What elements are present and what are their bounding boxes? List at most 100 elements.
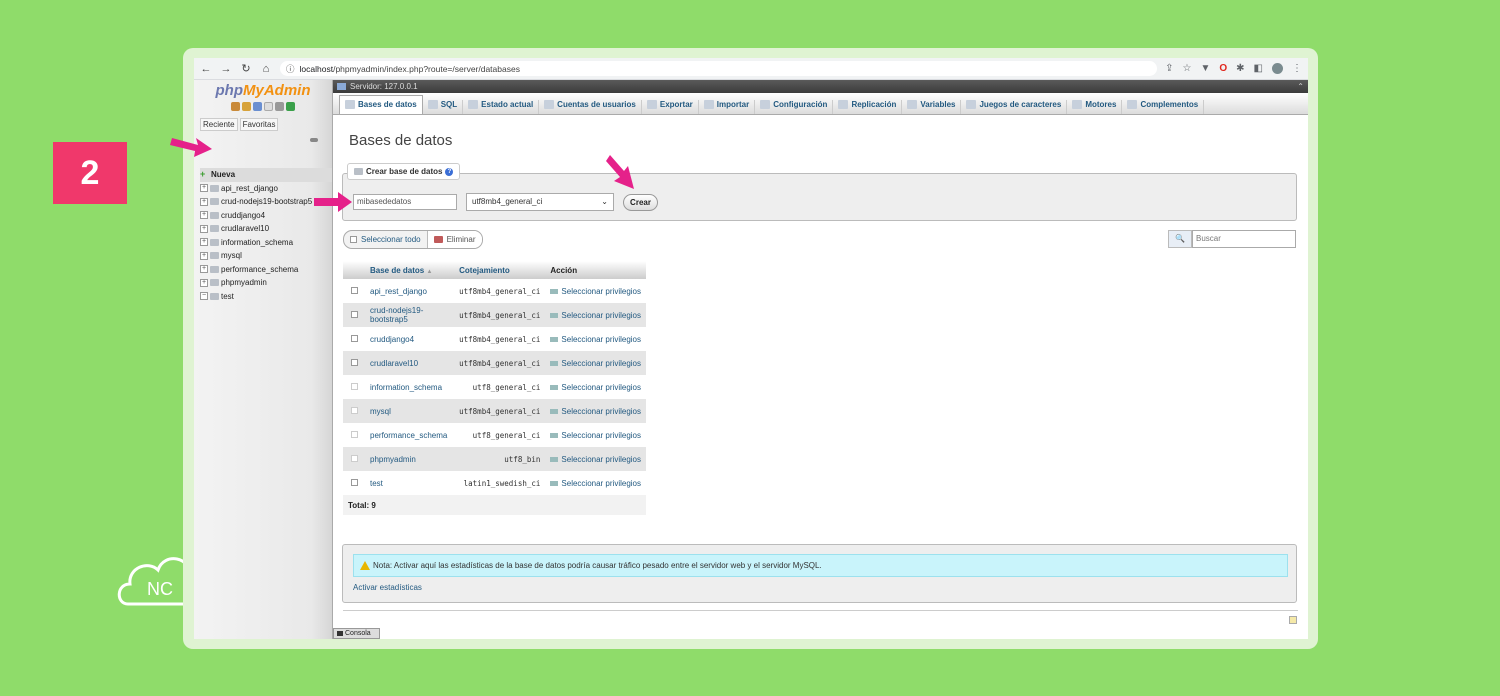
- select-all-button[interactable]: Seleccionar todo: [344, 231, 427, 248]
- expand-icon[interactable]: −: [200, 292, 208, 301]
- tab-replication[interactable]: Replicación: [833, 100, 903, 114]
- check-privileges-link[interactable]: Seleccionar privilegios: [545, 471, 646, 495]
- row-checkbox[interactable]: [350, 358, 358, 366]
- expand-icon[interactable]: +: [200, 184, 208, 193]
- expand-icon[interactable]: +: [200, 278, 208, 287]
- tab-user-accounts[interactable]: Cuentas de usuarios: [539, 100, 642, 114]
- home-icon[interactable]: ⌂: [260, 63, 272, 75]
- collapse-top-icon[interactable]: ⌃: [1297, 82, 1304, 91]
- database-name-link[interactable]: api_rest_django: [365, 279, 455, 303]
- server-label[interactable]: Servidor: 127.0.0.1: [350, 82, 418, 91]
- share-icon[interactable]: ⇪: [1165, 63, 1173, 74]
- tab-import[interactable]: Importar: [699, 100, 756, 114]
- tab-status[interactable]: Estado actual: [463, 100, 540, 114]
- database-name-link[interactable]: mysql: [365, 399, 455, 423]
- page-settings-icon[interactable]: [1289, 616, 1297, 624]
- database-name-link[interactable]: information_schema: [365, 375, 455, 399]
- collapse-all-icon[interactable]: [310, 138, 318, 142]
- row-checkbox[interactable]: [350, 478, 358, 486]
- back-icon[interactable]: ←: [200, 63, 212, 75]
- check-privileges-link[interactable]: Seleccionar privilegios: [545, 351, 646, 375]
- reload-icon[interactable]: ↻: [240, 62, 252, 75]
- query-icon[interactable]: [253, 102, 262, 111]
- tree-item-db[interactable]: + api_rest_django: [200, 182, 332, 196]
- tree-item-label: performance_schema: [221, 264, 299, 274]
- tab-sql[interactable]: SQL: [423, 100, 464, 114]
- bookmark-star-icon[interactable]: ☆: [1183, 63, 1192, 74]
- extensions-icon[interactable]: ✱: [1236, 63, 1244, 74]
- tree-item-db[interactable]: + mysql: [200, 249, 332, 263]
- check-privileges-link[interactable]: Seleccionar privilegios: [545, 399, 646, 423]
- row-checkbox: [350, 454, 358, 462]
- console-toggle[interactable]: Consola: [333, 628, 380, 639]
- row-checkbox[interactable]: [350, 286, 358, 294]
- tab-databases[interactable]: Bases de datos: [339, 95, 423, 114]
- address-bar[interactable]: ⓘ localhost/phpmyadmin/index.php?route=/…: [280, 61, 1158, 76]
- tab-variables[interactable]: Variables: [902, 100, 962, 114]
- tree-item-label: cruddjango4: [221, 210, 266, 220]
- tab-export[interactable]: Exportar: [642, 100, 699, 114]
- check-privileges-link[interactable]: Seleccionar privilegios: [545, 279, 646, 303]
- profile-avatar[interactable]: [1272, 63, 1283, 74]
- phpmyadmin-logo[interactable]: phpMyAdmin: [194, 82, 332, 99]
- forward-icon[interactable]: →: [220, 63, 232, 75]
- vpn-icon[interactable]: ▼: [1200, 63, 1210, 74]
- search-input[interactable]: Buscar: [1192, 230, 1296, 248]
- database-name-input[interactable]: mibasededatos: [353, 194, 457, 210]
- create-button[interactable]: Crear: [623, 194, 658, 211]
- header-database-name[interactable]: Base de datos ▲: [365, 261, 455, 279]
- expand-icon[interactable]: +: [200, 211, 208, 220]
- expand-icon[interactable]: +: [200, 224, 208, 233]
- refresh-icon[interactable]: [286, 102, 295, 111]
- header-collation[interactable]: Cotejamiento: [454, 261, 546, 279]
- row-checkbox[interactable]: [350, 310, 358, 318]
- database-name-link[interactable]: performance_schema: [365, 423, 455, 447]
- tree-item-db[interactable]: + phpmyadmin: [200, 276, 332, 290]
- expand-icon[interactable]: +: [200, 238, 208, 247]
- sidebar-icon[interactable]: ◧: [1254, 63, 1263, 74]
- check-privileges-link[interactable]: Seleccionar privilegios: [545, 423, 646, 447]
- database-name-link[interactable]: test: [365, 471, 455, 495]
- nav-settings-icon[interactable]: [275, 102, 284, 111]
- tab-charsets[interactable]: Juegos de caracteres: [961, 100, 1068, 114]
- activate-statistics-link[interactable]: Activar estadísticas: [353, 583, 422, 592]
- tree-item-db[interactable]: + information_schema: [200, 236, 332, 250]
- check-privileges-link[interactable]: Seleccionar privilegios: [545, 303, 646, 327]
- tab-plugins[interactable]: Complementos: [1122, 100, 1205, 114]
- database-name-link[interactable]: phpmyadmin: [365, 447, 455, 471]
- url-host: localhost: [299, 63, 334, 74]
- tree-item-db[interactable]: + crudlaravel10: [200, 222, 332, 236]
- search-icon[interactable]: 🔍: [1168, 230, 1192, 248]
- home-nav-icon[interactable]: [231, 102, 240, 111]
- database-name-link[interactable]: cruddjango4: [365, 327, 455, 351]
- collation-select[interactable]: utf8mb4_general_ci ⌄: [466, 193, 614, 211]
- expand-icon[interactable]: +: [200, 197, 208, 206]
- tree-item-db[interactable]: + crud-nodejs19-bootstrap5: [200, 195, 332, 209]
- check-privileges-link[interactable]: Seleccionar privilegios: [545, 447, 646, 471]
- tree-item-db[interactable]: + performance_schema: [200, 263, 332, 277]
- help-icon[interactable]: ?: [445, 167, 454, 176]
- logout-icon[interactable]: [242, 102, 251, 111]
- select-all-checkbox[interactable]: [350, 236, 357, 243]
- select-all-label: Seleccionar todo: [361, 235, 421, 244]
- tab-settings[interactable]: Configuración: [755, 100, 834, 114]
- row-checkbox[interactable]: [350, 334, 358, 342]
- check-privileges-link[interactable]: Seleccionar privilegios: [545, 327, 646, 351]
- tab-engines[interactable]: Motores: [1067, 100, 1123, 114]
- tree-item-db[interactable]: − test: [200, 290, 332, 304]
- database-name-link[interactable]: crudlaravel10: [365, 351, 455, 375]
- delete-button[interactable]: Eliminar: [426, 231, 482, 248]
- browser-toolbar: ← → ↻ ⌂ ⓘ localhost/phpmyadmin/index.php…: [194, 58, 1308, 80]
- opera-icon[interactable]: O: [1219, 63, 1227, 74]
- tree-item-db[interactable]: + cruddjango4: [200, 209, 332, 223]
- database-name-link[interactable]: crud-nodejs19-bootstrap5: [365, 303, 455, 327]
- expand-icon[interactable]: +: [200, 251, 208, 260]
- favorites-button[interactable]: Favoritas: [239, 118, 279, 131]
- server-icon: [337, 83, 346, 90]
- menu-kebab-icon[interactable]: ⋮: [1292, 63, 1302, 74]
- docs-icon[interactable]: [264, 102, 273, 111]
- tree-item-new[interactable]: + Nueva: [200, 168, 332, 182]
- expand-icon[interactable]: +: [200, 265, 208, 274]
- recent-button[interactable]: Reciente: [200, 118, 238, 131]
- check-privileges-link[interactable]: Seleccionar privilegios: [545, 375, 646, 399]
